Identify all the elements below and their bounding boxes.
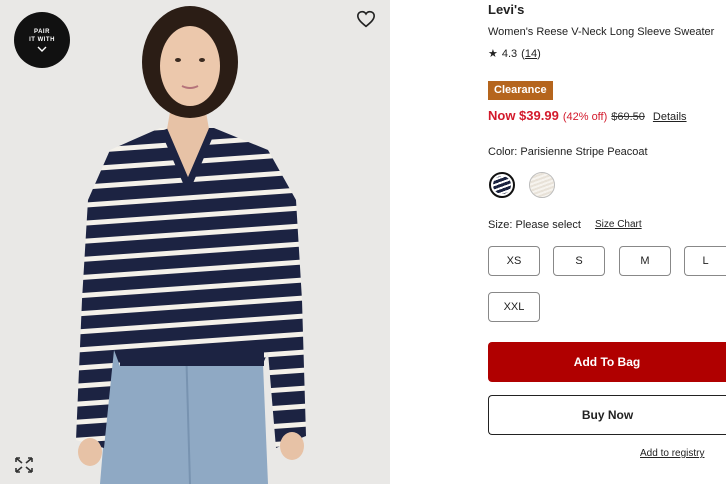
review-count[interactable]: 14	[525, 48, 537, 60]
size-value: Please select	[515, 219, 581, 231]
brand-name[interactable]: Levi's	[488, 2, 524, 17]
color-swatch-selected[interactable]	[489, 172, 515, 198]
color-label-text: Color:	[488, 146, 518, 158]
star-icon: ★	[488, 48, 498, 60]
price-row: Now $39.99 (42% off) $69.50 Details	[488, 108, 687, 123]
expand-icon[interactable]	[14, 456, 34, 474]
product-image[interactable]: PAIR IT WITH	[0, 0, 390, 484]
original-price: $69.50	[611, 111, 645, 123]
size-l-button[interactable]: L	[684, 246, 726, 276]
color-value: Parisienne Stripe Peacoat	[520, 146, 648, 158]
size-xxl-button[interactable]: XXL	[488, 292, 540, 322]
review-count-wrapper[interactable]: (14)	[521, 48, 541, 60]
sale-price: Now $39.99	[488, 108, 559, 123]
rating-value: 4.3	[501, 47, 518, 60]
clearance-badge: Clearance	[488, 81, 553, 100]
size-xs-button[interactable]: XS	[488, 246, 540, 276]
add-to-bag-button[interactable]: Add To Bag	[488, 342, 726, 382]
size-label-row: Size: Please select Size Chart	[488, 219, 642, 231]
size-label-text: Size:	[488, 219, 513, 231]
pair-it-with-button[interactable]: PAIR IT WITH	[14, 12, 70, 68]
discount-percent: (42% off)	[562, 111, 608, 123]
rating[interactable]: ★ 4.3 (14)	[488, 47, 541, 61]
add-to-registry-link[interactable]: Add to registry	[640, 448, 704, 459]
pair-label-line2: IT WITH	[29, 37, 55, 43]
product-title: Women's Reese V-Neck Long Sleeve Sweater	[488, 26, 715, 38]
pair-label-line1: PAIR	[34, 29, 50, 35]
size-chart-link[interactable]: Size Chart	[595, 219, 642, 231]
cream-swatch	[530, 173, 554, 197]
size-label: Size: Please select	[488, 219, 581, 231]
chevron-down-icon	[37, 46, 47, 52]
product-photo	[0, 0, 390, 484]
stripe-swatch	[493, 176, 511, 194]
size-s-button[interactable]: S	[553, 246, 605, 276]
color-label: Color: Parisienne Stripe Peacoat	[488, 146, 648, 158]
color-swatch-alt[interactable]	[529, 172, 555, 198]
buy-now-button[interactable]: Buy Now	[488, 395, 726, 435]
price-details-link[interactable]: Details	[653, 111, 687, 123]
size-m-button[interactable]: M	[619, 246, 671, 276]
heart-icon[interactable]	[356, 10, 376, 28]
